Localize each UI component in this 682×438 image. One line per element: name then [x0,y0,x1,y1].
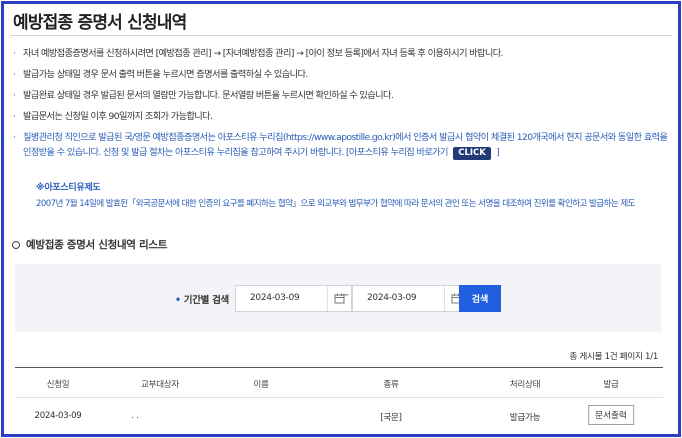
start-date-value: 2024-03-09 [250,293,300,303]
list-summary: 총 게시물 1건 페이지 1/1 [569,352,658,362]
notice-list: 자녀 예방접종증명서를 신청하시려면 [예방접종 관리] → [자녀예방접종 관… [13,46,669,166]
column-header-status: 처리상태 [509,380,541,390]
apostille-notice-text: 질병관리청 직인으로 발급된 국/영문 예방접종증명서는 아포스티유 누리집(h… [23,132,668,158]
search-button[interactable]: 검색 [459,285,501,312]
column-header-target: 교부대상자 [140,380,180,390]
notice-item: 자녀 예방접종증명서를 신청하시려면 [예방접종 관리] → [자녀예방접종 관… [13,46,669,61]
page-title: 예방접종 증명서 신청내역 [13,13,187,33]
main-frame: 예방접종 증명서 신청내역 자녀 예방접종증명서를 신청하시려면 [예방접종 관… [1,1,681,437]
search-panel: • 기간별 검색 2024-03-09 ~ 2024-03-09 검색 [15,264,661,332]
title-divider [10,35,672,36]
table-header: 신청일 교부대상자 이름 종류 처리상태 발급 [15,368,663,398]
date-range-separator: ~ [341,290,350,301]
period-search-label-text: 기간별 검색 [183,295,230,306]
column-header-issue: 발급 [603,380,619,390]
apostille-notice-end: ] [496,147,500,158]
end-date-value: 2024-03-09 [367,293,417,303]
print-document-button[interactable]: 문서출력 [588,405,634,425]
row-status: 발급가능 [509,413,541,423]
apostille-notice: 질병관리청 직인으로 발급된 국/영문 예방접종증명서는 아포스티유 누리집(h… [13,130,669,160]
column-header-name: 이름 [253,380,269,390]
notice-item: 발급문서는 신청일 이후 90일까지 조회가 가능합니다. [13,109,669,124]
column-header-type: 종류 [383,380,399,390]
row-target: . . [131,411,139,421]
column-header-date: 신청일 [46,380,70,390]
row-date: 2024-03-09 [34,411,82,421]
apostille-system-title: ※아포스티유제도 [36,183,101,193]
row-type: [국문] [380,413,402,423]
notice-item: 발급완료 상태일 경우 발급된 문서의 열람만 가능합니다. 문서열람 버튼을 … [13,88,669,103]
list-title-text: 예방접종 증명서 신청내역 리스트 [26,239,168,251]
period-search-label: • 기간별 검색 [175,292,229,306]
bullet-dot-icon: • [175,295,181,306]
start-date-field[interactable]: 2024-03-09 [235,285,352,312]
end-date-field[interactable]: 2024-03-09 [352,285,469,312]
table-row: 2024-03-09 . . [국문] 발급가능 문서출력 [15,399,663,433]
notice-item: 발급가능 상태일 경우 문서 출력 버튼을 누르시면 증명서를 출력하실 수 있… [13,67,669,82]
apostille-system-description: 2007년 7월 14일에 발효된「외국공문서에 대한 인증의 요구를 폐지하는… [36,199,636,209]
apostille-click-button[interactable]: CLICK [453,147,491,160]
list-section-title: 예방접종 증명서 신청내역 리스트 [12,237,167,252]
circle-bullet-icon [12,241,20,249]
